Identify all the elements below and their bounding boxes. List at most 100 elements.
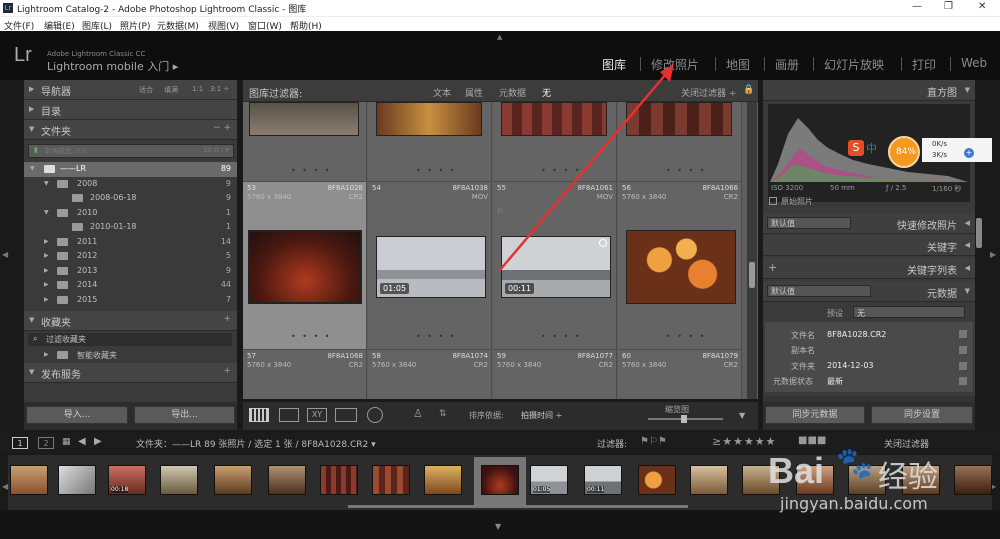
close-icon[interactable]: ✕ xyxy=(978,1,986,12)
folder-row[interactable]: ▶ 2012 5 xyxy=(24,249,237,264)
folder-row[interactable]: ▼ 2008 9 xyxy=(24,177,237,192)
filmstrip-thumbnail[interactable] xyxy=(160,465,198,495)
smart-collections-row[interactable]: ▶ 智能收藏夹 xyxy=(24,348,237,363)
compare-view-icon[interactable]: XY xyxy=(307,408,327,422)
add-icon[interactable]: + xyxy=(964,148,974,158)
sync-settings-button[interactable]: 同步设置 xyxy=(871,406,973,424)
mobile-link[interactable]: Lightroom mobile 入门 ▸ xyxy=(47,58,178,74)
folder-row[interactable]: ▶ 2011 14 xyxy=(24,235,237,250)
folder-row[interactable]: ▶ 2014 44 xyxy=(24,278,237,293)
grid-cell[interactable]: • • • • xyxy=(243,102,367,182)
folder-row[interactable]: ▼ ——LR 89 xyxy=(24,162,237,177)
module-slideshow[interactable]: 幻灯片放映 xyxy=(824,56,884,73)
sort-direction-icon[interactable]: ⇅ xyxy=(439,409,447,419)
filter-text[interactable]: 文本 xyxy=(433,86,451,99)
video-thumbnail[interactable]: 01:05 xyxy=(376,236,486,298)
grid-cell[interactable]: 59 8F8A1077 5760 x 3840 CR2 xyxy=(493,350,617,399)
filmstrip-thumbnail[interactable] xyxy=(268,465,306,495)
filename-field[interactable]: 8F8A1028.CR2 xyxy=(827,330,886,339)
publish-header[interactable]: ▼ 发布服务 + xyxy=(24,362,237,383)
sync-metadata-button[interactable]: 同步元数据 xyxy=(765,406,865,424)
survey-view-icon[interactable] xyxy=(335,408,357,422)
folder-row[interactable]: ▼ 2010 1 xyxy=(24,206,237,221)
folder-row[interactable]: ▶ 2015 7 xyxy=(24,293,237,308)
flag-filter-icons[interactable]: ⚑⚐⚑ xyxy=(640,436,667,447)
slider-handle[interactable] xyxy=(681,415,687,423)
metadata-preset-dropdown[interactable]: 默认值 xyxy=(771,286,795,297)
publish-add-icon[interactable]: + xyxy=(223,366,231,376)
histogram-header[interactable]: 直方图 ▼ xyxy=(763,80,975,101)
collapse-bottom-icon[interactable]: ▼ xyxy=(495,522,501,531)
filmstrip-thumbnail[interactable] xyxy=(638,465,676,495)
right-panel-scrollbar[interactable] xyxy=(976,218,982,248)
collections-header[interactable]: ▼ 收藏夹 + xyxy=(24,311,237,331)
grid-scrollbar[interactable] xyxy=(747,102,757,399)
preset-dropdown[interactable] xyxy=(853,306,965,318)
field-action-icon[interactable] xyxy=(959,330,967,338)
keyword-list-header[interactable]: + 关键字列表 ◀ xyxy=(763,258,975,279)
grid-cell-selected[interactable]: 53 8F8A1028 5760 x 3840 CR2 • • • • xyxy=(243,182,367,350)
keyword-add-icon[interactable]: + xyxy=(768,261,777,274)
catalog-header[interactable]: ▶ 目录 xyxy=(24,100,237,120)
filmstrip-thumbnail[interactable]: 00:18 xyxy=(108,465,146,495)
filmstrip-thumbnail[interactable] xyxy=(320,465,358,495)
grid-toggle-icon[interactable]: ▦ xyxy=(62,437,71,447)
original-photo-checkbox[interactable] xyxy=(769,197,777,205)
scrollbar-thumb[interactable] xyxy=(749,262,755,288)
people-view-icon[interactable] xyxy=(367,407,383,423)
filmstrip-thumbnail-selected[interactable] xyxy=(481,465,519,495)
lock-icon[interactable]: 🔒 xyxy=(743,85,754,95)
filmstrip-thumbnail[interactable]: 01:05 xyxy=(530,465,568,495)
grid-cell[interactable]: 58 8F8A1074 5760 x 3840 CR2 xyxy=(368,350,492,399)
nav-3to1[interactable]: 3:1 ÷ xyxy=(210,85,229,93)
source-path[interactable]: 文件夹：——LR 89 张照片 / 选定 1 张 / 8F8A1028.CR2 … xyxy=(136,437,376,450)
collapse-right-icon[interactable]: ▶ xyxy=(990,250,996,259)
folder-row[interactable]: 2008-06-18 9 xyxy=(24,191,237,206)
forward-icon[interactable]: ▶ xyxy=(94,436,102,447)
export-button[interactable]: 导出... xyxy=(134,406,235,424)
quick-develop-header[interactable]: 默认值 快速修改照片 ◀ xyxy=(763,213,975,234)
filmstrip-thumbnail[interactable] xyxy=(10,465,48,495)
memory-gauge[interactable]: 84% xyxy=(888,136,920,168)
filmstrip-thumbnail[interactable]: 00:11 xyxy=(584,465,622,495)
grid-cell[interactable]: 60 8F8A1079 5760 x 3840 CR2 xyxy=(618,350,742,399)
filter-attribute[interactable]: 属性 xyxy=(465,86,483,99)
field-action-icon[interactable] xyxy=(959,377,967,385)
collapse-top-icon[interactable]: ▲ xyxy=(497,33,502,41)
quick-preset-dropdown[interactable]: 默认值 xyxy=(771,218,795,229)
minimize-icon[interactable]: — xyxy=(912,1,922,12)
folder-add-remove[interactable]: − + xyxy=(213,123,231,133)
grid-cell[interactable]: • • • • xyxy=(368,102,492,182)
folder-row[interactable]: 2010-01-18 1 xyxy=(24,220,237,235)
grid-cell[interactable]: 57 8F8A1068 5760 x 3840 CR2 xyxy=(243,350,367,399)
field-action-icon[interactable] xyxy=(959,346,967,354)
toolbar-menu-icon[interactable]: ▼ xyxy=(739,411,745,420)
loupe-view-icon[interactable] xyxy=(279,408,299,422)
folder-row[interactable]: ▶ 2013 9 xyxy=(24,264,237,279)
filmstrip-scrollbar[interactable] xyxy=(348,505,688,508)
restore-icon[interactable]: ❐ xyxy=(944,1,953,12)
volume-row[interactable]: ▮ 本地磁盘 (F:) 30.0 / ▾ xyxy=(24,140,237,162)
module-print[interactable]: 打印 xyxy=(912,56,936,73)
photo-thumbnail[interactable] xyxy=(248,230,362,304)
module-book[interactable]: 画册 xyxy=(775,56,799,73)
import-button[interactable]: 导入... xyxy=(26,406,128,424)
nav-1to1[interactable]: 1:1 xyxy=(192,85,203,93)
metadata-header[interactable]: 默认值 元数据 ▼ xyxy=(763,281,975,302)
module-map[interactable]: 地图 xyxy=(726,56,750,73)
field-action-icon[interactable] xyxy=(959,362,967,370)
nav-fill[interactable]: 填满 xyxy=(164,85,178,95)
sort-dropdown[interactable]: 拍摄时间 ÷ xyxy=(521,410,562,421)
collection-add-icon[interactable]: + xyxy=(223,314,231,324)
window-1-button[interactable]: 1 xyxy=(12,437,28,449)
nav-fit[interactable]: 适合 xyxy=(139,85,153,95)
keywording-header[interactable]: 关键字 ◀ xyxy=(763,235,975,256)
navigator-header[interactable]: ▶ 导航器 适合 填满 1:1 3:1 ÷ xyxy=(24,80,237,100)
folder-field[interactable]: 2014-12-03 xyxy=(827,361,874,370)
filmstrip-thumbnail[interactable] xyxy=(58,465,96,495)
collection-filter[interactable]: ⌕ 过滤收藏夹 xyxy=(24,331,237,348)
window-2-button[interactable]: 2 xyxy=(38,437,54,449)
painter-icon[interactable]: ♙ xyxy=(413,407,423,420)
filmstrip-thumbnail[interactable] xyxy=(372,465,410,495)
back-icon[interactable]: ◀ xyxy=(78,436,86,447)
